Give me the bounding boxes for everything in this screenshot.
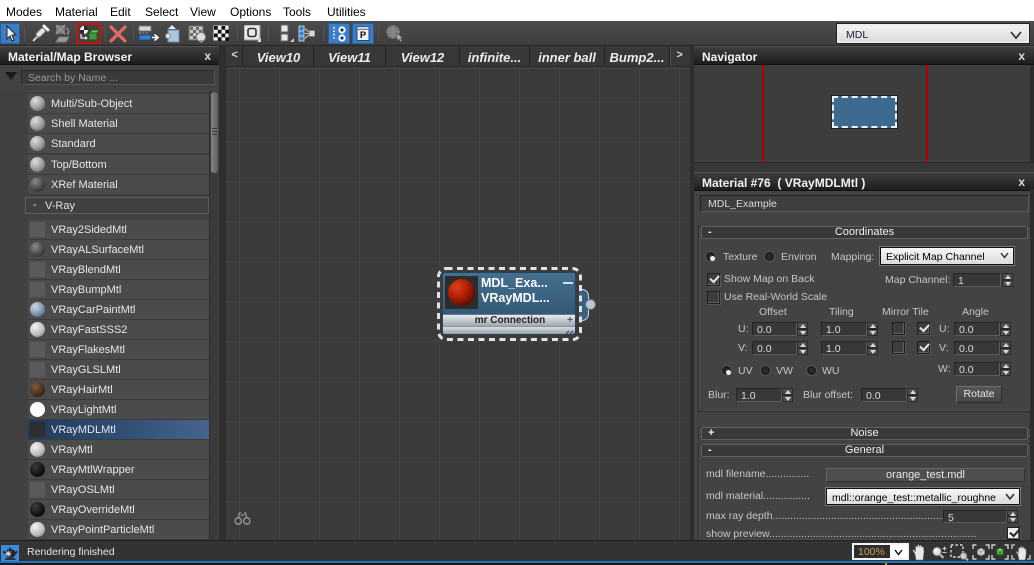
svg-text:P: P bbox=[360, 30, 367, 41]
